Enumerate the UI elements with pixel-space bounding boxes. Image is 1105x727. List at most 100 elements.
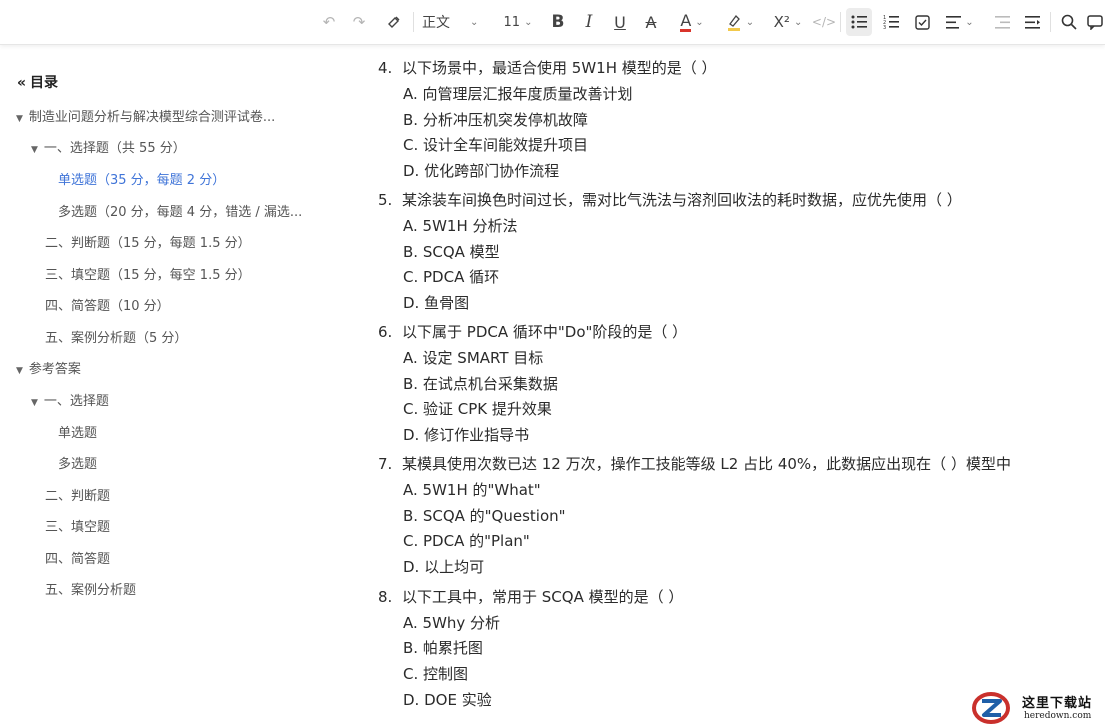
question-number: 8. — [378, 588, 393, 606]
option-item: A. 向管理层汇报年度质量改善计划 — [403, 85, 633, 103]
toc-item[interactable]: ▼ 一、选择题（共 55 分） — [31, 137, 186, 156]
toc-item[interactable]: 四、简答题 — [45, 548, 110, 567]
chevron-down-icon: ⌄ — [745, 16, 755, 28]
watermark-url: heredown.com — [1024, 711, 1092, 721]
option-item: A. 5W1H 分析法 — [403, 217, 518, 235]
option-item: A. 5W1H 的"What" — [403, 481, 541, 499]
site-logo-icon — [972, 692, 1010, 724]
question-number: 5. — [378, 191, 393, 209]
ordered-list-icon: 123 — [883, 15, 899, 29]
watermark-name: 这里下载站 — [1022, 696, 1093, 711]
toc-item[interactable]: 单选题 — [58, 422, 97, 441]
checkbox-icon — [914, 14, 930, 30]
toc-item-label: 四、简答题（10 分） — [45, 299, 170, 314]
toc-item[interactable]: ▼ 一、选择题 — [31, 390, 109, 409]
toc-item[interactable]: 多选题（20 分，每题 4 分，错选 / 漏选... — [58, 201, 302, 220]
toc-item[interactable]: ▼ 制造业问题分析与解决模型综合测评试卷... — [16, 106, 275, 125]
toc-item-active[interactable]: 单选题（35 分，每题 2 分） — [58, 169, 225, 188]
format-painter-icon[interactable] — [382, 8, 406, 36]
toc-item-label: 三、填空题（15 分，每空 1.5 分） — [45, 268, 251, 283]
watermark-logo: 这里下载站 heredown.com — [972, 690, 1105, 727]
toc-item-label: 单选题（35 分，每题 2 分） — [58, 173, 226, 188]
bold-button[interactable]: B — [546, 8, 570, 36]
outdent-button[interactable] — [990, 8, 1014, 36]
toc-item-label: 五、案例分析题（5 分） — [45, 331, 188, 346]
toc-item-label: 一、选择题 — [43, 394, 109, 409]
option-item: A. 设定 SMART 目标 — [403, 349, 544, 367]
toc-item[interactable]: 五、案例分析题（5 分） — [45, 327, 187, 346]
option-item: D. 以上均可 — [403, 558, 485, 576]
highlight-button[interactable]: ⌄ — [720, 8, 760, 36]
font-color-button[interactable]: A ⌄ — [672, 8, 712, 36]
question-number: 6. — [378, 323, 393, 341]
superscript-button[interactable]: X² ⌄ — [766, 8, 810, 36]
ordered-list-button[interactable]: 123 — [879, 8, 903, 36]
toc-item-label: 参考答案 — [28, 362, 81, 377]
question-text: 以下工具中，常用于 SCQA 模型的是（ ） — [402, 588, 684, 606]
outdent-icon — [994, 15, 1010, 29]
option-item: D. 优化跨部门协作流程 — [403, 162, 560, 180]
paragraph-style-select[interactable]: 正文 ⌄ — [422, 8, 490, 36]
question-number: 7. — [378, 455, 393, 473]
svg-text:3: 3 — [883, 25, 886, 29]
chevron-down-icon: ⌄ — [965, 16, 974, 28]
option-item: D. 修订作业指导书 — [403, 426, 530, 444]
toc-header[interactable]: «目录 — [17, 72, 58, 92]
indent-icon — [1024, 15, 1040, 29]
option-item: B. SCQA 的"Question" — [403, 507, 566, 525]
toc-item[interactable]: 三、填空题 — [45, 516, 110, 535]
question-text: 某模具使用次数已达 12 万次，操作工技能等级 L2 占比 40%，此数据应出现… — [402, 455, 1011, 473]
inline-code-button[interactable]: </> — [812, 8, 836, 36]
search-icon — [1061, 14, 1077, 30]
toc-item-label: 多选题（20 分，每题 4 分，错选 / 漏选... — [58, 205, 303, 220]
paragraph-style-value: 正文 — [422, 15, 450, 31]
caret-down-icon[interactable]: ▼ — [31, 398, 38, 408]
toc-item[interactable]: 五、案例分析题 — [45, 579, 136, 598]
option-item: B. SCQA 模型 — [403, 243, 500, 261]
underline-button[interactable]: U — [608, 8, 632, 36]
comment-icon — [1087, 15, 1103, 30]
toolbar-divider — [413, 12, 414, 32]
toc-item-label: 多选题 — [58, 457, 98, 472]
font-size-select[interactable]: 11 ⌄ — [497, 8, 539, 36]
question-text: 以下场景中，最适合使用 5W1H 模型的是（ ） — [402, 59, 717, 77]
comment-button[interactable] — [1087, 8, 1105, 36]
align-button[interactable]: ⌄ — [940, 8, 980, 36]
option-item: A. 5Why 分析 — [403, 614, 501, 632]
collapse-toc-icon[interactable]: « — [17, 75, 26, 91]
toolbar-divider — [840, 12, 841, 32]
option-item: C. 验证 CPK 提升效果 — [403, 400, 552, 418]
option-item: D. DOE 实验 — [403, 691, 492, 709]
align-left-icon — [946, 15, 962, 29]
toc-item-label: 二、判断题（15 分，每题 1.5 分） — [45, 236, 251, 251]
checklist-button[interactable] — [910, 8, 934, 36]
toc-item-label: 四、简答题 — [45, 552, 111, 567]
option-item: D. 鱼骨图 — [403, 294, 470, 312]
toc-item-label: 五、案例分析题 — [45, 583, 137, 598]
toc-item[interactable]: ▼ 参考答案 — [16, 358, 81, 377]
option-item: B. 分析冲压机突发停机故障 — [403, 111, 588, 129]
indent-button[interactable] — [1020, 8, 1044, 36]
font-color-icon: A — [680, 10, 692, 32]
strikethrough-button[interactable]: A — [639, 8, 663, 36]
bullet-list-button[interactable] — [846, 8, 872, 36]
caret-down-icon[interactable]: ▼ — [31, 145, 38, 155]
toc-item-label: 制造业问题分析与解决模型综合测评试卷... — [28, 110, 276, 125]
highlighter-icon — [727, 15, 740, 31]
toc-item-label: 二、判断题 — [45, 489, 111, 504]
caret-down-icon[interactable]: ▼ — [16, 114, 23, 124]
caret-down-icon[interactable]: ▼ — [16, 366, 23, 376]
undo-icon[interactable]: ↶ — [318, 8, 340, 36]
toolbar-divider — [1050, 12, 1051, 32]
toc-item[interactable]: 二、判断题（15 分，每题 1.5 分） — [45, 232, 251, 251]
search-button[interactable] — [1057, 8, 1081, 36]
option-item: B. 在试点机台采集数据 — [403, 375, 558, 393]
redo-icon[interactable]: ↷ — [348, 8, 370, 36]
italic-button[interactable]: I — [577, 8, 601, 36]
toc-item[interactable]: 四、简答题（10 分） — [45, 295, 170, 314]
toc-item[interactable]: 二、判断题 — [45, 485, 110, 504]
toc-item[interactable]: 三、填空题（15 分，每空 1.5 分） — [45, 264, 251, 283]
option-item: C. 控制图 — [403, 665, 469, 683]
toc-item-label: 单选题 — [58, 426, 98, 441]
toc-item[interactable]: 多选题 — [58, 453, 97, 472]
